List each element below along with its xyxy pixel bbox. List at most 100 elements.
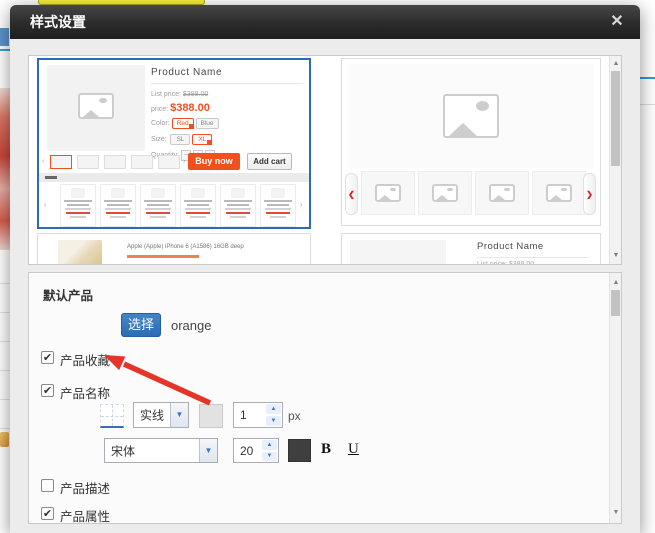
spin-down-button[interactable]: ▼ <box>266 416 281 426</box>
list-price: List price: $388.00 <box>477 261 534 265</box>
related-label-bar <box>45 176 57 179</box>
font-color-swatch[interactable] <box>288 439 311 462</box>
list-price-value: $388.00 <box>183 91 208 98</box>
font-family-dropdown[interactable]: 宋体 ▼ <box>104 438 218 463</box>
spin-up-button[interactable]: ▲ <box>266 404 281 414</box>
main-image-placeholder <box>348 64 594 168</box>
thumbnail[interactable] <box>104 155 126 169</box>
checkbox-product-attributes[interactable]: ✔ <box>41 507 54 520</box>
template-preview-panel: Product Name List price: $388.00 price: … <box>28 55 622 265</box>
carousel-prev-button[interactable]: ❮ <box>345 173 358 215</box>
template-card-detail-selected[interactable]: Product Name List price: $388.00 price: … <box>37 58 311 229</box>
background-fragment-icon <box>0 432 9 447</box>
selected-product-value: orange <box>171 318 211 333</box>
thumb-prev-icon[interactable]: ‹ <box>42 158 44 165</box>
scroll-up-icon[interactable]: ▲ <box>610 58 622 70</box>
checkbox-label-description[interactable]: 产品描述 <box>60 478 110 497</box>
scroll-down-icon[interactable]: ▼ <box>610 250 622 262</box>
chevron-down-icon: ▼ <box>171 410 188 419</box>
product-name: Product Name <box>477 241 544 252</box>
check-icon: ✔ <box>43 508 52 520</box>
related-product-card <box>220 184 256 227</box>
scroll-up-icon[interactable]: ▲ <box>610 277 622 289</box>
main-image-placeholder <box>47 65 145 151</box>
related-product-card <box>140 184 176 227</box>
thumbnail[interactable] <box>158 155 180 169</box>
thumbnail[interactable] <box>77 155 99 169</box>
dialog-titlebar: 样式设置 ✕ <box>10 5 640 39</box>
checkbox-label-attributes[interactable]: 产品属性 <box>60 506 110 524</box>
price-label: price: <box>151 106 168 113</box>
cards-prev-icon[interactable]: ‹ <box>44 202 46 209</box>
cards-next-icon[interactable]: › <box>300 202 302 209</box>
background-fragment-blue <box>0 28 9 46</box>
thumb-next-icon[interactable]: › <box>183 158 185 165</box>
background-fragment-list <box>0 255 10 435</box>
border-width-spinner[interactable]: 1 ▲ ▼ <box>233 402 283 428</box>
thumbnail[interactable] <box>131 155 153 169</box>
related-product-card <box>60 184 96 227</box>
font-size-spinner[interactable]: 20 ▲ ▼ <box>233 438 279 463</box>
border-color-swatch[interactable] <box>199 404 223 428</box>
underline-button[interactable]: U <box>348 441 359 458</box>
add-cart-button[interactable]: Add cart <box>247 153 292 170</box>
close-icon[interactable]: ✕ <box>607 12 627 32</box>
px-unit-label: px <box>288 409 301 423</box>
template-card-simple[interactable]: Product Name List price: $388.00 <box>341 233 601 265</box>
thumbnail[interactable] <box>361 171 415 215</box>
size-label: Size: <box>151 136 167 143</box>
dropdown-button[interactable]: ▼ <box>199 439 217 462</box>
check-icon: ✔ <box>43 352 52 364</box>
color-option-blue[interactable]: Blue <box>196 118 219 129</box>
color-option-red[interactable]: Red <box>172 118 194 129</box>
buy-now-button[interactable]: Buy now <box>188 153 240 170</box>
border-style-dropdown[interactable]: 实线 ▼ <box>133 402 189 428</box>
chevron-left-icon: ❮ <box>348 190 355 199</box>
chevron-right-icon: ❯ <box>586 190 593 199</box>
border-side-picker[interactable] <box>100 404 124 428</box>
border-style-value: 实线 <box>140 407 164 424</box>
preview-scrollbar[interactable]: ▲ ▼ <box>609 56 621 264</box>
size-row: Size: SL XL <box>151 134 212 145</box>
list-price-label: List price: <box>151 91 181 98</box>
form-scrollbar[interactable]: ▲ ▼ <box>609 273 621 523</box>
related-product-card <box>260 184 296 227</box>
checkbox-product-favorite[interactable]: ✔ <box>41 351 54 364</box>
list-price-row: List price: $388.00 <box>151 91 208 98</box>
size-option-xl[interactable]: XL <box>192 134 212 145</box>
spin-up-button[interactable]: ▲ <box>262 440 277 450</box>
dropdown-button[interactable]: ▼ <box>170 403 188 427</box>
image-icon <box>375 184 401 202</box>
thumbnail[interactable] <box>475 171 529 215</box>
template-card-list[interactable]: Apple (Apple) iPhone 6 (A1586) 16GB deep <box>37 233 311 265</box>
image-icon <box>489 184 515 202</box>
checkbox-product-name[interactable]: ✔ <box>41 384 54 397</box>
carousel-next-button[interactable]: ❯ <box>583 173 596 215</box>
select-product-button[interactable]: 选择 <box>121 313 161 337</box>
checkbox-product-description[interactable] <box>41 479 54 492</box>
image-icon <box>443 94 499 138</box>
image-icon <box>78 93 114 119</box>
price-value: $388.00 <box>170 102 210 114</box>
checkbox-label-favorite[interactable]: 产品收藏 <box>60 350 110 369</box>
scrollbar-thumb[interactable] <box>611 71 620 166</box>
border-width-value[interactable]: 1 <box>240 408 247 422</box>
background-fragment-right-blue-line <box>640 77 655 79</box>
dialog-title: 样式设置 <box>30 5 86 39</box>
scroll-down-icon[interactable]: ▼ <box>610 507 622 519</box>
spin-down-icon: ▼ <box>262 453 277 459</box>
color-row: Color: Red Blue <box>151 118 219 129</box>
template-card-gallery[interactable]: ❮ ❯ <box>341 58 601 226</box>
thumbnail-selected[interactable] <box>50 155 72 169</box>
checkbox-label-name[interactable]: 产品名称 <box>60 383 110 402</box>
bold-button[interactable]: B <box>321 441 331 458</box>
scrollbar-thumb[interactable] <box>611 290 620 316</box>
product-name: Product Name <box>151 67 222 78</box>
default-product-label: 默认产品 <box>43 285 93 304</box>
size-option-sl[interactable]: SL <box>170 134 190 145</box>
spin-down-button[interactable]: ▼ <box>262 452 277 462</box>
font-size-value[interactable]: 20 <box>240 444 253 458</box>
related-products-header <box>39 173 309 182</box>
thumbnail[interactable] <box>532 171 586 215</box>
thumbnail[interactable] <box>418 171 472 215</box>
